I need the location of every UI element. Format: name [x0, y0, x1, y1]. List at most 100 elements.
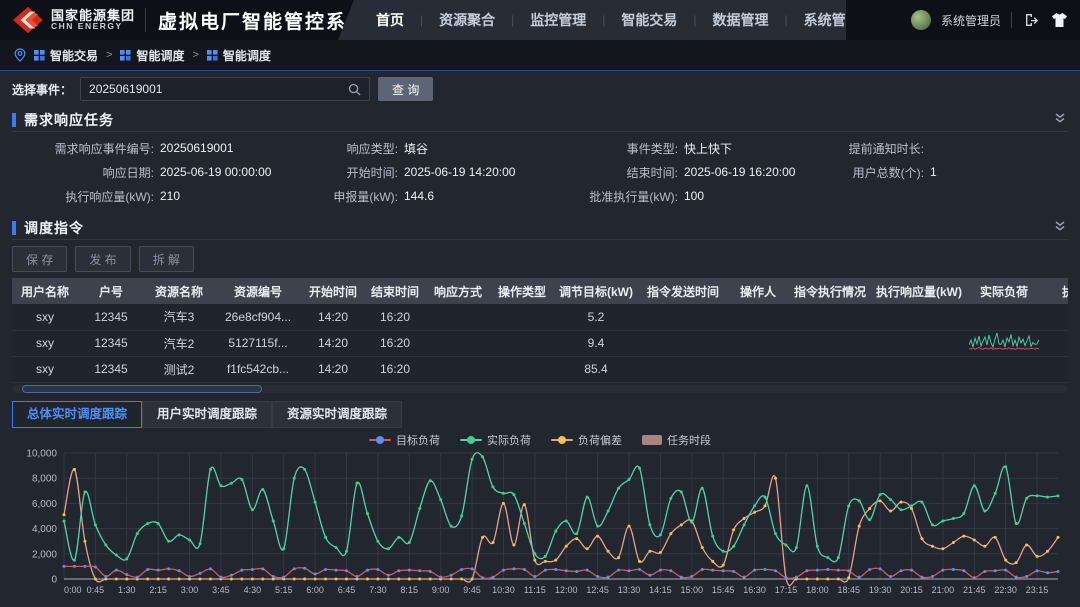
legend-label: 目标负荷: [396, 432, 440, 448]
user-divider: [1011, 12, 1012, 28]
svg-text:9:45: 9:45: [463, 585, 481, 595]
svg-text:23:15: 23:15: [1026, 585, 1049, 595]
legend-band-icon: [642, 435, 662, 445]
svg-text:1:30: 1:30: [118, 585, 136, 595]
svg-text:3:45: 3:45: [212, 585, 230, 595]
app-title: 虚拟电厂智能管控系统: [158, 7, 368, 34]
column-header: 指令执行情况: [788, 278, 872, 304]
demand-response-section-header: 需求响应任务: [12, 108, 1068, 132]
column-header: 调节目标(kW): [554, 278, 638, 304]
tab-3[interactable]: 资源实时调度跟踪: [272, 401, 402, 428]
event-select-input[interactable]: [80, 77, 370, 101]
svg-text:19:30: 19:30: [869, 585, 892, 595]
table-cell: [728, 304, 788, 330]
table-row[interactable]: sxy12345汽车25127115f...14:2016:209.4: [12, 330, 1068, 356]
table-cell: sxy: [12, 356, 78, 382]
field-label: 提前通知时长:: [820, 140, 924, 157]
scrollbar-thumb[interactable]: [22, 385, 262, 393]
table-cell: sxy: [12, 330, 78, 356]
theme-skin-icon[interactable]: [1050, 11, 1068, 29]
table-cell: 16:20: [364, 356, 426, 382]
table-cell: [1042, 304, 1068, 330]
breadcrumb: 智能交易>智能调度>智能调度: [0, 40, 1080, 70]
field-8: 用户总数(个):1: [820, 160, 1068, 184]
svg-text:4:30: 4:30: [244, 585, 262, 595]
legend-item[interactable]: 实际负荷: [460, 432, 531, 448]
field-label: 结束时间:: [562, 164, 678, 181]
header-divider: [145, 8, 146, 32]
demand-response-fields: 需求响应事件编号:20250619001响应类型:填谷事件类型:快上快下提前通知…: [12, 132, 1068, 210]
search-icon[interactable]: [348, 83, 361, 96]
column-header: 实际负荷: [966, 278, 1042, 304]
grid-icon: [34, 50, 45, 61]
table-cell: [728, 330, 788, 356]
main-chart[interactable]: 02,0004,0006,0008,00010,0000:000:451:302…: [12, 447, 1068, 601]
nav-item-5[interactable]: 数据管理: [697, 0, 785, 40]
table-row[interactable]: sxy12345汽车326e8cf904...14:2016:205.2: [12, 304, 1068, 330]
svg-text:15:45: 15:45: [712, 585, 735, 595]
legend-item[interactable]: 任务时段: [642, 432, 711, 448]
svg-text:8:15: 8:15: [401, 585, 419, 595]
nav-item-1[interactable]: 首页: [360, 0, 420, 40]
breadcrumb-item-3[interactable]: 智能调度: [207, 47, 271, 64]
column-header: 结束时间: [364, 278, 426, 304]
logout-icon[interactable]: [1022, 11, 1040, 29]
svg-text:4,000: 4,000: [32, 524, 57, 535]
svg-text:6,000: 6,000: [32, 498, 57, 509]
table-cell: 9.4: [554, 330, 638, 356]
breadcrumb-item-1[interactable]: 智能交易: [34, 47, 98, 64]
svg-text:10,000: 10,000: [26, 448, 57, 459]
table-cell: 14:20: [302, 304, 364, 330]
svg-text:22:30: 22:30: [994, 585, 1017, 595]
svg-text:0: 0: [51, 574, 57, 585]
collapse-chevron-icon[interactable]: [1054, 111, 1066, 129]
breadcrumb-item-2[interactable]: 智能调度: [120, 47, 184, 64]
table-cell: [426, 356, 490, 382]
svg-text:0:00: 0:00: [64, 585, 82, 595]
svg-text:15:00: 15:00: [681, 585, 704, 595]
nav-item-3[interactable]: 监控管理: [514, 0, 602, 40]
field-value: 快上快下: [684, 140, 732, 157]
nav-item-6[interactable]: 系统管理: [788, 0, 876, 40]
dispatch-button-1[interactable]: 保 存: [12, 246, 67, 272]
field-label: 批准执行量(kW):: [562, 188, 678, 205]
legend-marker-icon: [460, 435, 482, 445]
table-cell: [638, 356, 728, 382]
collapse-chevron-icon[interactable]: [1054, 219, 1066, 237]
nav-item-4[interactable]: 智能交易: [605, 0, 693, 40]
dispatch-table-wrap: 用户名称户号资源名称资源编号开始时间结束时间响应方式操作类型调节目标(kW)指令…: [12, 278, 1068, 383]
svg-text:9:00: 9:00: [432, 585, 450, 595]
legend-item[interactable]: 目标负荷: [369, 432, 440, 448]
tab-2[interactable]: 用户实时调度跟踪: [142, 401, 272, 428]
actual-load-sparkline: [969, 331, 1039, 353]
svg-text:18:45: 18:45: [837, 585, 860, 595]
table-cell: [966, 304, 1042, 330]
table-horizontal-scrollbar[interactable]: [12, 385, 1068, 393]
dispatch-button-3[interactable]: 拆 解: [139, 246, 194, 272]
dispatch-actions: 保 存发 布拆 解: [12, 246, 1068, 272]
table-cell: 12345: [78, 304, 144, 330]
nav-item-2[interactable]: 资源聚合: [423, 0, 511, 40]
column-header: 资源名称: [144, 278, 214, 304]
field-value: 100: [684, 189, 704, 203]
user-avatar[interactable]: [911, 10, 931, 30]
table-cell: 测试2: [144, 356, 214, 382]
main-nav: 首页|资源聚合|监控管理|智能交易|数据管理|系统管理: [338, 0, 846, 40]
section-accent-bar: [12, 221, 16, 235]
field-11: 批准执行量(kW): 100: [562, 184, 820, 208]
query-button[interactable]: 查 询: [378, 77, 433, 101]
column-header: 操作人: [728, 278, 788, 304]
table-cell: [490, 304, 554, 330]
field-2: 响应类型:填谷: [294, 136, 562, 160]
breadcrumb-label: 智能交易: [50, 47, 98, 64]
user-name[interactable]: 系统管理员: [941, 12, 1001, 29]
svg-text:2:15: 2:15: [149, 585, 167, 595]
column-header: 户号: [78, 278, 144, 304]
event-id-field[interactable]: [89, 82, 329, 96]
dispatch-button-2[interactable]: 发 布: [75, 246, 130, 272]
tab-1[interactable]: 总体实时调度跟踪: [12, 401, 142, 428]
table-cell: [728, 356, 788, 382]
table-row[interactable]: sxy12345测试2f1fc542cb...14:2016:2085.4: [12, 356, 1068, 382]
legend-item[interactable]: 负荷偏差: [551, 432, 622, 448]
svg-text:6:45: 6:45: [338, 585, 356, 595]
